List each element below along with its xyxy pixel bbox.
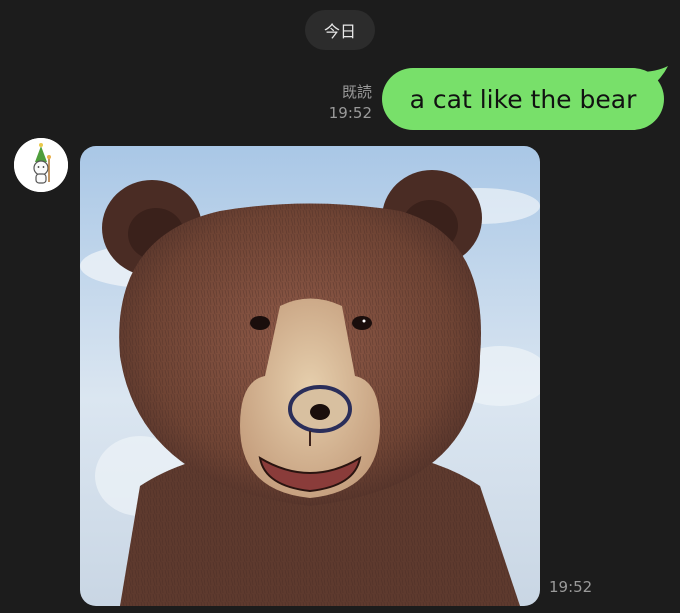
read-label: 既読: [341, 83, 372, 101]
read-receipt: 既読 19:52: [316, 82, 372, 124]
date-separator: 今日: [305, 10, 375, 50]
image-message[interactable]: [80, 146, 540, 606]
rabbit-wizard-icon: [14, 138, 68, 192]
outgoing-message-bubble[interactable]: a cat like the bear: [382, 68, 664, 130]
bear-photo: [80, 146, 540, 606]
sent-time: 19:52: [328, 104, 372, 122]
received-time: 19:52: [549, 578, 593, 596]
sender-avatar[interactable]: [14, 138, 68, 192]
